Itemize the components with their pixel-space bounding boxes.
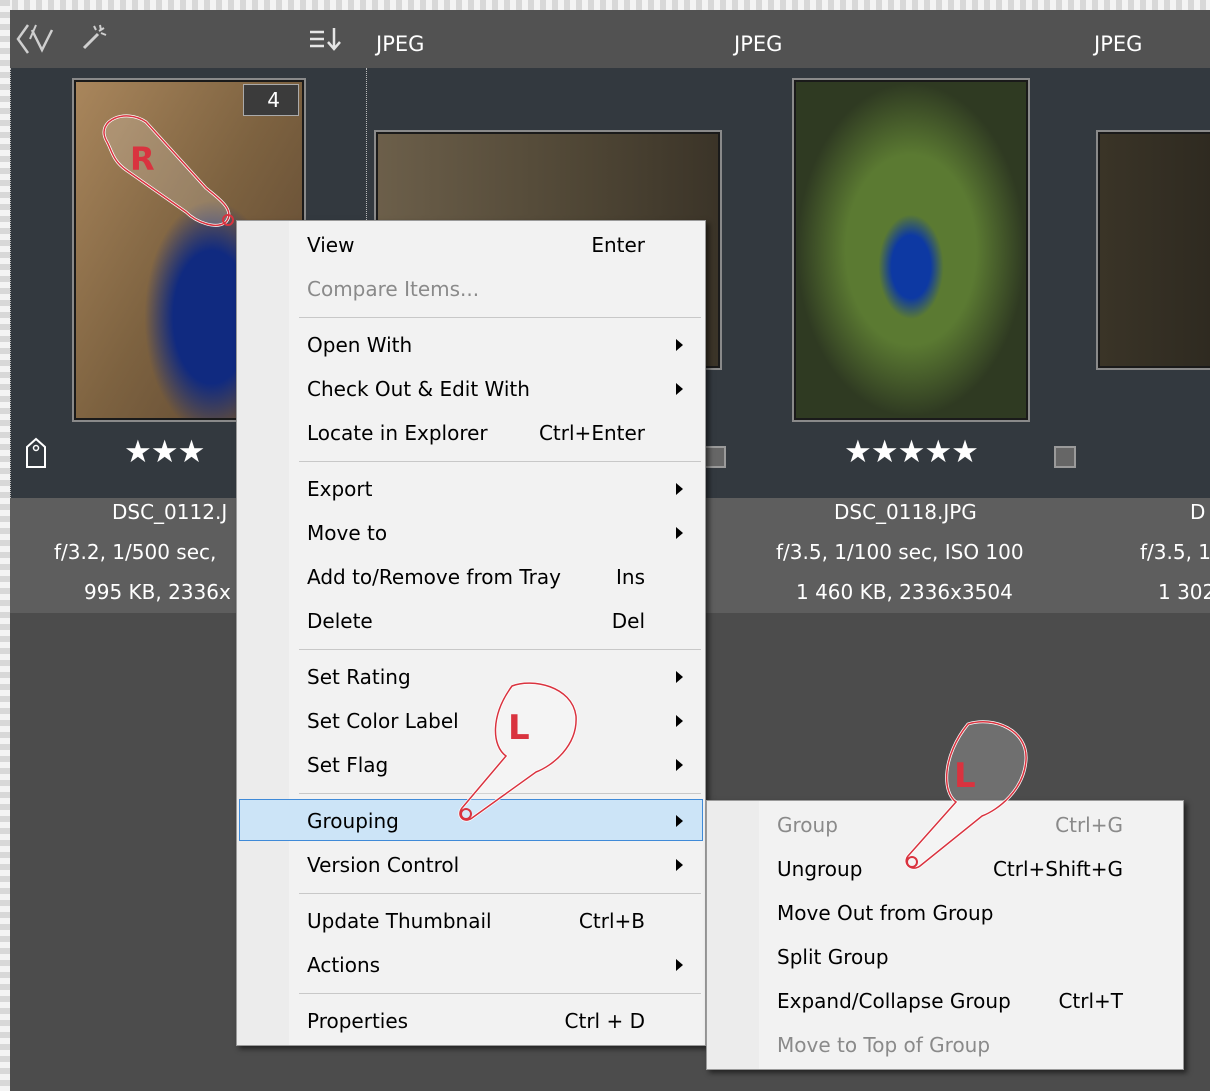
group-count-badge: 4 <box>243 84 299 116</box>
menu-item-check-out-edit-with[interactable]: Check Out & Edit With <box>239 367 703 409</box>
menu-item-move-to[interactable]: Move to <box>239 511 703 553</box>
menu-separator <box>299 993 701 994</box>
canvas-left-edge <box>0 0 10 1091</box>
thumbnail-image[interactable] <box>1096 130 1210 370</box>
context-menu: View Enter Compare Items... Open With Ch… <box>236 220 706 1046</box>
select-checkbox[interactable] <box>704 446 726 468</box>
submenu-arrow-icon <box>676 671 683 683</box>
submenu-arrow-icon <box>676 759 683 771</box>
submenu-item-move-out-from-group[interactable]: Move Out from Group <box>709 891 1181 933</box>
canvas-top-edge <box>0 0 1210 10</box>
rating-stars[interactable]: ★★★★★ <box>844 434 979 470</box>
thumbnail-browser: JPEG JPEG JPEG 4 ★★★ ★★★★★ DSC_0112.J f/… <box>0 0 1210 1091</box>
column-type-label: JPEG <box>376 32 425 56</box>
menu-item-export[interactable]: Export <box>239 467 703 509</box>
column-type-label: JPEG <box>1094 32 1143 56</box>
menu-item-locate-in-explorer[interactable]: Locate in Explorer Ctrl+Enter <box>239 411 703 453</box>
file-exif: f/3.2, 1/500 sec, <box>54 540 217 564</box>
left-click-label: L <box>508 708 530 748</box>
left-click-hand-icon <box>904 720 1028 870</box>
menu-separator <box>299 893 701 894</box>
magic-wand-icon[interactable] <box>80 22 110 52</box>
menu-separator <box>299 649 701 650</box>
submenu-arrow-icon <box>676 339 683 351</box>
file-exif: f/3.5, 1/100 sec, ISO 100 <box>776 540 1024 564</box>
file-size: 1 302 <box>1158 580 1210 604</box>
left-click-label: L <box>954 756 976 796</box>
select-checkbox[interactable] <box>1054 446 1076 468</box>
menu-item-version-control[interactable]: Version Control <box>239 843 703 885</box>
submenu-arrow-icon <box>676 859 683 871</box>
file-size: 995 KB, 2336x <box>84 580 231 604</box>
menu-item-add-remove-tray[interactable]: Add to/Remove from Tray Ins <box>239 555 703 597</box>
submenu-arrow-icon <box>676 715 683 727</box>
submenu-item-split-group[interactable]: Split Group <box>709 935 1181 977</box>
menu-separator <box>299 461 701 462</box>
right-click-label: R <box>130 140 155 178</box>
file-exif: f/3.5, 1 <box>1140 540 1210 564</box>
menu-item-compare-items[interactable]: Compare Items... <box>239 267 703 309</box>
menu-item-view[interactable]: View Enter <box>239 223 703 265</box>
column-type-label: JPEG <box>734 32 783 56</box>
rating-stars[interactable]: ★★★ <box>124 434 205 470</box>
file-size: 1 460 KB, 2336x3504 <box>796 580 1013 604</box>
tag-icon[interactable] <box>24 437 48 469</box>
submenu-arrow-icon <box>676 383 683 395</box>
menu-item-actions[interactable]: Actions <box>239 943 703 985</box>
file-name: D <box>1190 500 1206 524</box>
submenu-arrow-icon <box>676 483 683 495</box>
file-name: DSC_0112.J <box>112 500 228 524</box>
thumbnail-image[interactable] <box>792 78 1030 422</box>
menu-item-open-with[interactable]: Open With <box>239 323 703 365</box>
right-click-hand-icon <box>102 114 234 227</box>
thumbnail-header: JPEG JPEG JPEG <box>10 10 1210 68</box>
menu-item-properties[interactable]: Properties Ctrl + D <box>239 999 703 1041</box>
menu-separator <box>299 317 701 318</box>
left-click-hand-icon <box>458 681 578 822</box>
submenu-item-move-to-top-of-group[interactable]: Move to Top of Group <box>709 1023 1181 1065</box>
menu-item-update-thumbnail[interactable]: Update Thumbnail Ctrl+B <box>239 899 703 941</box>
submenu-arrow-icon <box>676 815 683 827</box>
submenu-arrow-icon <box>676 959 683 971</box>
submenu-arrow-icon <box>676 527 683 539</box>
menu-item-delete[interactable]: Delete Del <box>239 599 703 641</box>
sort-icon[interactable] <box>308 26 348 54</box>
view-mode-icon[interactable] <box>16 22 56 56</box>
submenu-item-expand-collapse-group[interactable]: Expand/Collapse Group Ctrl+T <box>709 979 1181 1021</box>
file-name: DSC_0118.JPG <box>834 500 977 524</box>
